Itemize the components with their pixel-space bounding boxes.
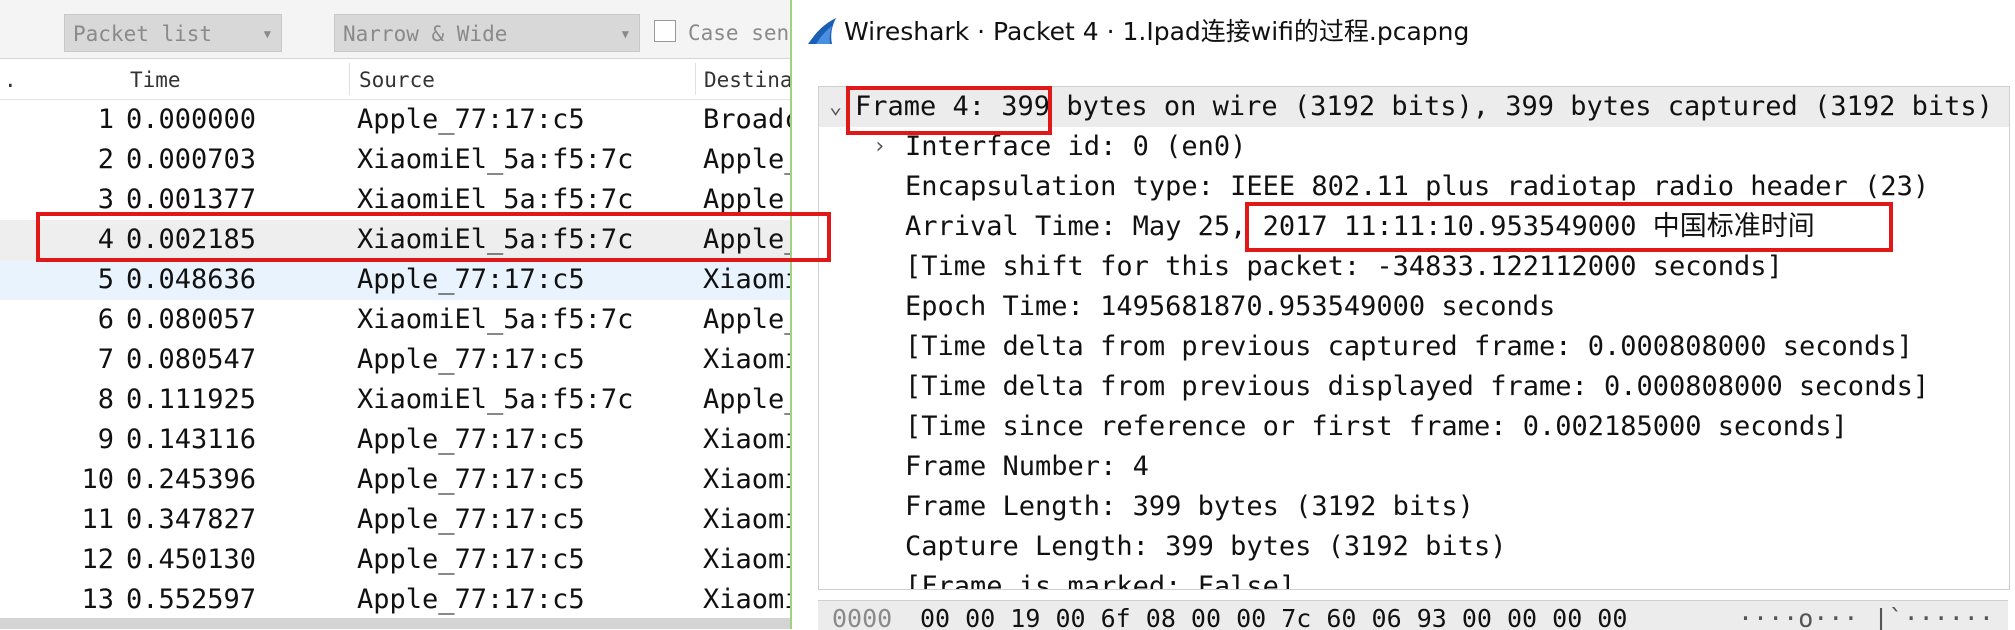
cell-source: Apple_77:17:c5 bbox=[357, 464, 585, 495]
cell-number: 10 bbox=[81, 464, 114, 495]
cell-number: 9 bbox=[97, 424, 114, 455]
cell-time: 0.450130 bbox=[126, 544, 257, 575]
hex-ascii[interactable]: ····o··· |`······ bbox=[1738, 601, 1994, 630]
dropdown-arrow-icon: ▼ bbox=[263, 27, 271, 41]
cell-destination: Broadc bbox=[703, 104, 790, 135]
cell-destination: Xiaomi bbox=[703, 344, 790, 375]
cell-destination: Apple_ bbox=[703, 384, 790, 415]
tree-item-frame-length[interactable]: Frame Length: 399 bytes (3192 bits) bbox=[905, 487, 1474, 527]
annotation-box-arrival-time bbox=[1245, 202, 1893, 252]
cell-destination: Apple_ bbox=[703, 304, 790, 335]
cell-time: 0.143116 bbox=[126, 424, 257, 455]
cell-source: XiaomiEl_5a:f5:7c bbox=[357, 304, 634, 335]
tree-item-frame-number[interactable]: Frame Number: 4 bbox=[905, 447, 1149, 487]
column-divider[interactable] bbox=[349, 63, 350, 95]
annotation-box-frame-number bbox=[846, 86, 1052, 135]
chevron-down-icon[interactable]: ⌄ bbox=[829, 87, 842, 127]
tree-item-time-shift[interactable]: [Time shift for this packet: -34833.1221… bbox=[905, 247, 1783, 287]
search-in-dropdown[interactable]: Packet list ▼ bbox=[64, 14, 282, 52]
annotation-box-selected-row bbox=[36, 212, 831, 262]
packet-details-tree: ⌄ Frame 4: 399 bytes on wire (3192 bits)… bbox=[818, 86, 2010, 590]
cell-destination: Xiaomi bbox=[703, 264, 790, 295]
hex-dump-pane[interactable]: 0000 00 00 19 00 6f 08 00 00 7c 60 06 93… bbox=[818, 600, 2008, 630]
find-toolbar: Packet list ▼ Narrow & Wide ▼ Case sens bbox=[0, 0, 790, 59]
cell-time: 0.000000 bbox=[126, 104, 257, 135]
cell-destination: Xiaomi bbox=[703, 424, 790, 455]
cell-source: Apple_77:17:c5 bbox=[357, 584, 585, 615]
cell-destination: Xiaomi bbox=[703, 464, 790, 495]
cell-number: 2 bbox=[97, 144, 114, 175]
packet-rows: 1 0.000000 Apple_77:17:c5 Broadc 2 0.000703 Xi… bbox=[0, 100, 790, 620]
table-row[interactable]: 7 0.080547 Apple_77:17:c5 Xiaomi bbox=[0, 340, 790, 380]
cell-number: 1 bbox=[97, 104, 114, 135]
cell-source: Apple_77:17:c5 bbox=[357, 424, 585, 455]
dropdown-arrow-icon: ▼ bbox=[621, 27, 629, 41]
table-row[interactable]: 10 0.245396 Apple_77:17:c5 Xiaomi bbox=[0, 460, 790, 500]
cell-time: 0.347827 bbox=[126, 504, 257, 535]
cell-time: 0.048636 bbox=[126, 264, 257, 295]
cell-number: 5 bbox=[97, 264, 114, 295]
case-sensitive-checkbox[interactable] bbox=[654, 20, 676, 42]
table-row[interactable]: 9 0.143116 Apple_77:17:c5 Xiaomi bbox=[0, 420, 790, 460]
cell-time: 0.111925 bbox=[126, 384, 257, 415]
tree-item-epoch-time[interactable]: Epoch Time: 1495681870.953549000 seconds bbox=[905, 287, 1555, 327]
tree-item-delta-captured[interactable]: [Time delta from previous captured frame… bbox=[905, 327, 1913, 367]
search-in-value: Packet list bbox=[73, 22, 213, 46]
cell-destination: Apple_ bbox=[703, 144, 790, 175]
table-row[interactable]: 8 0.111925 XiaomiEl_5a:f5:7c Apple_ bbox=[0, 380, 790, 420]
horizontal-scrollbar[interactable] bbox=[0, 618, 790, 629]
table-row[interactable]: 13 0.552597 Apple_77:17:c5 Xiaomi bbox=[0, 580, 790, 620]
cell-source: Apple_77:17:c5 bbox=[357, 504, 585, 535]
cell-destination: Xiaomi bbox=[703, 544, 790, 575]
column-header-source[interactable]: Source bbox=[359, 59, 435, 99]
hex-offset: 0000 bbox=[832, 604, 893, 630]
cell-destination: Xiaomi bbox=[703, 504, 790, 535]
hex-bytes[interactable]: 00 00 19 00 6f 08 00 00 7c 60 06 93 00 0… bbox=[920, 601, 1627, 630]
table-row[interactable]: 6 0.080057 XiaomiEl_5a:f5:7c Apple_ bbox=[0, 300, 790, 340]
cell-source: Apple_77:17:c5 bbox=[357, 264, 585, 295]
tree-item-delta-displayed[interactable]: [Time delta from previous displayed fram… bbox=[905, 367, 1929, 407]
cell-number: 13 bbox=[81, 584, 114, 615]
cell-number: 6 bbox=[97, 304, 114, 335]
cell-source: Apple_77:17:c5 bbox=[357, 344, 585, 375]
tree-item-capture-length[interactable]: Capture Length: 399 bytes (3192 bits) bbox=[905, 527, 1506, 567]
cell-number: 11 bbox=[81, 504, 114, 535]
tree-item-since-reference[interactable]: [Time since reference or first frame: 0.… bbox=[905, 407, 1848, 447]
wireshark-fin-icon bbox=[808, 18, 836, 44]
cell-source: Apple_77:17:c5 bbox=[357, 104, 585, 135]
table-row[interactable]: 2 0.000703 XiaomiEl_5a:f5:7c Apple_ bbox=[0, 140, 790, 180]
cell-time: 0.080547 bbox=[126, 344, 257, 375]
case-sensitive-label: Case sens bbox=[688, 21, 790, 45]
cell-source: XiaomiEl_5a:f5:7c bbox=[357, 144, 634, 175]
tree-item-encapsulation[interactable]: Encapsulation type: IEEE 802.11 plus rad… bbox=[905, 167, 1929, 207]
char-width-value: Narrow & Wide bbox=[343, 22, 508, 46]
column-header-destination[interactable]: Destina bbox=[704, 59, 790, 99]
table-row[interactable]: 5 0.048636 Apple_77:17:c5 Xiaomi bbox=[0, 260, 790, 300]
cell-source: Apple_77:17:c5 bbox=[357, 544, 585, 575]
cell-destination: Xiaomi bbox=[703, 584, 790, 615]
cell-number: 8 bbox=[97, 384, 114, 415]
cell-time: 0.245396 bbox=[126, 464, 257, 495]
cell-number: 7 bbox=[97, 344, 114, 375]
cell-time: 0.080057 bbox=[126, 304, 257, 335]
column-divider[interactable] bbox=[695, 63, 696, 95]
packet-list-pane: Packet list ▼ Narrow & Wide ▼ Case sens … bbox=[0, 0, 790, 629]
cell-source: XiaomiEl_5a:f5:7c bbox=[357, 384, 634, 415]
cell-number: 12 bbox=[81, 544, 114, 575]
cell-time: 0.000703 bbox=[126, 144, 257, 175]
column-header-no[interactable]: . bbox=[4, 59, 17, 99]
window-titlebar: Wireshark · Packet 4 · 1.Ipad连接wifi的过程.p… bbox=[792, 0, 2015, 62]
table-row[interactable]: 1 0.000000 Apple_77:17:c5 Broadc bbox=[0, 100, 790, 140]
char-width-dropdown[interactable]: Narrow & Wide ▼ bbox=[334, 14, 640, 52]
packet-list-header: . Time Source Destina bbox=[0, 59, 790, 100]
tree-item-marked[interactable]: [Frame is marked: False] bbox=[905, 567, 1295, 589]
column-header-time[interactable]: Time bbox=[130, 59, 181, 99]
table-row[interactable]: 12 0.450130 Apple_77:17:c5 Xiaomi bbox=[0, 540, 790, 580]
table-row[interactable]: 11 0.347827 Apple_77:17:c5 Xiaomi bbox=[0, 500, 790, 540]
cell-time: 0.552597 bbox=[126, 584, 257, 615]
window-title: Wireshark · Packet 4 · 1.Ipad连接wifi的过程.p… bbox=[844, 17, 1470, 46]
